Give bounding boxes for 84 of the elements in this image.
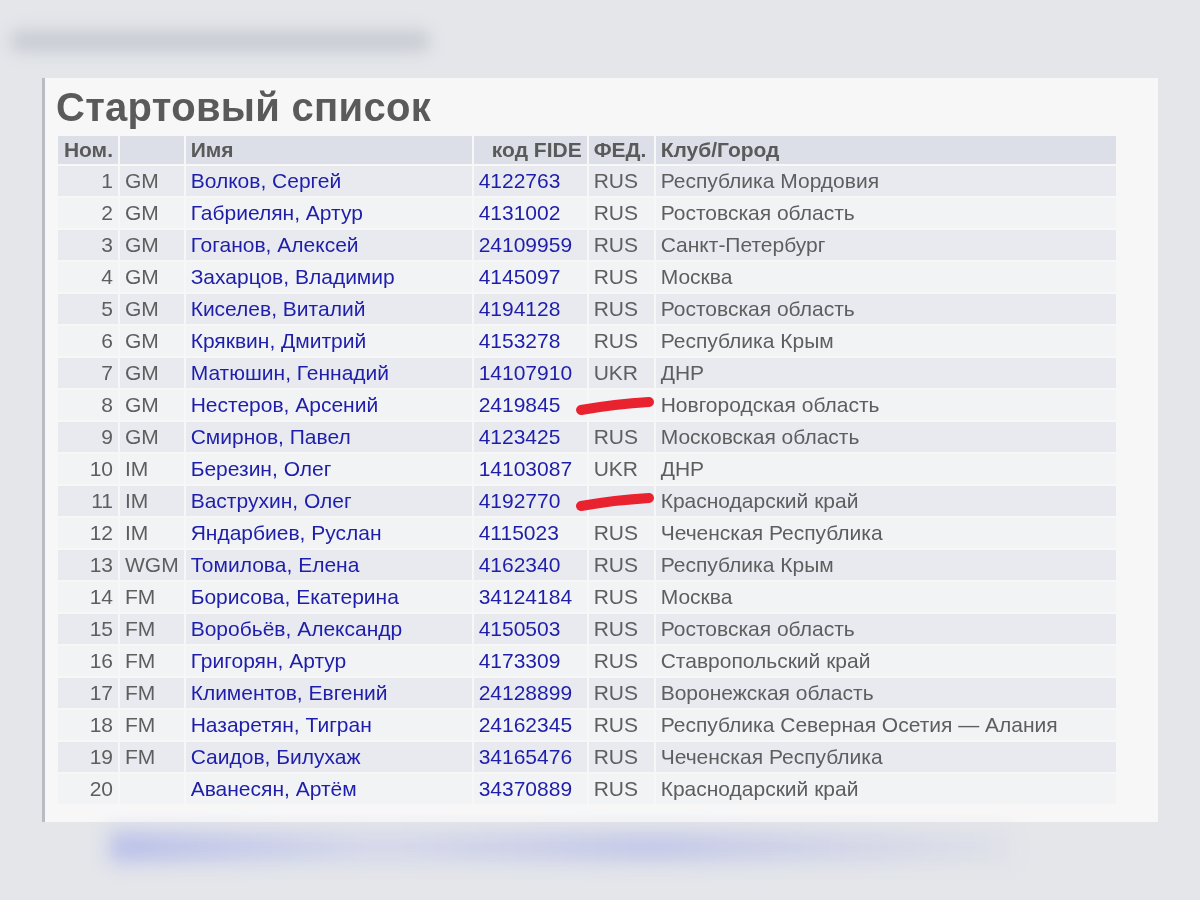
player-title: FM [125, 713, 156, 736]
column-header: код FIDE [473, 136, 587, 164]
federation: RUS [593, 233, 638, 256]
row-number: 10 [89, 457, 113, 480]
player-title: GM [125, 329, 159, 352]
federation: RUS [593, 649, 638, 672]
player-title: GM [125, 297, 159, 320]
row-number: 4 [101, 265, 113, 288]
row-number: 12 [89, 521, 113, 544]
row-number: 1 [101, 169, 113, 192]
player-title: FM [125, 585, 156, 608]
player-title: FM [125, 617, 156, 640]
federation: RUS [593, 169, 638, 192]
player-title: GM [125, 425, 159, 448]
club-city: Ростовская область [660, 201, 855, 224]
club-city: Краснодарский край [660, 489, 859, 512]
club-city: Ростовская область [660, 297, 855, 320]
federation: RUS [593, 201, 638, 224]
row-number: 9 [101, 425, 113, 448]
club-city: Республика Крым [660, 329, 834, 352]
row-number: 17 [89, 681, 113, 704]
player-title: FM [125, 649, 156, 672]
federation: RUS [593, 329, 638, 352]
club-city: Чеченская Республика [660, 745, 883, 768]
player-title: GM [125, 201, 159, 224]
federation: RUS [593, 297, 638, 320]
player-title: GM [125, 233, 159, 256]
club-city: Новгородская область [660, 393, 880, 416]
player-title: WGM [125, 553, 179, 576]
club-city: Краснодарский край [660, 777, 859, 800]
club-city: Москва [660, 265, 733, 288]
column-header: Клуб/Город [655, 136, 1116, 164]
row-number: 20 [89, 777, 113, 800]
row-number: 14 [89, 585, 113, 608]
club-city: Республика Крым [660, 553, 834, 576]
federation: RUS [593, 617, 638, 640]
row-number: 7 [101, 361, 113, 384]
player-title: GM [125, 393, 159, 416]
club-city: ДНР [660, 457, 705, 480]
row-number: 6 [101, 329, 113, 352]
club-city: Москва [660, 585, 733, 608]
federation: UKR [593, 457, 638, 480]
column-header: ФЕД. [588, 136, 654, 164]
federation: RUS [593, 265, 638, 288]
player-title: GM [125, 169, 159, 192]
federation: RUS [593, 777, 638, 800]
club-city: ДНР [660, 361, 705, 384]
column-header: Имя [185, 136, 472, 164]
row-number: 13 [89, 553, 113, 576]
row-number: 8 [101, 393, 113, 416]
player-title: FM [125, 681, 156, 704]
federation: UKR [593, 361, 638, 384]
player-title: FM [125, 745, 156, 768]
club-city: Республика Северная Осетия — Алания [660, 713, 1058, 736]
row-number: 19 [89, 745, 113, 768]
federation: RUS [593, 713, 638, 736]
federation: RUS [593, 553, 638, 576]
player-title: IM [125, 521, 149, 544]
club-city: Воронежская область [660, 681, 874, 704]
federation: RUS [593, 681, 638, 704]
player-title: IM [125, 489, 149, 512]
club-city: Чеченская Республика [660, 521, 883, 544]
row-number: 2 [101, 201, 113, 224]
club-city: Ставропольский край [660, 649, 871, 672]
player-title: GM [125, 265, 159, 288]
player-title: GM [125, 361, 159, 384]
column-header: Ном. [58, 136, 118, 164]
row-number: 5 [101, 297, 113, 320]
federation: RUS [593, 585, 638, 608]
club-city: Республика Мордовия [660, 169, 880, 192]
row-number: 11 [91, 489, 113, 512]
club-city: Московская область [660, 425, 860, 448]
federation: RUS [593, 521, 638, 544]
row-number: 18 [89, 713, 113, 736]
club-city: Ростовская область [660, 617, 855, 640]
header-cell [120, 136, 184, 164]
federation: RUS [593, 745, 638, 768]
page-title: Стартовый список [56, 84, 433, 130]
player-title: IM [125, 457, 149, 480]
row-number: 3 [101, 233, 113, 256]
club-city: Санкт-Петербург [660, 233, 826, 256]
row-number: 16 [89, 649, 113, 672]
row-number: 15 [89, 617, 113, 640]
federation: RUS [593, 425, 638, 448]
